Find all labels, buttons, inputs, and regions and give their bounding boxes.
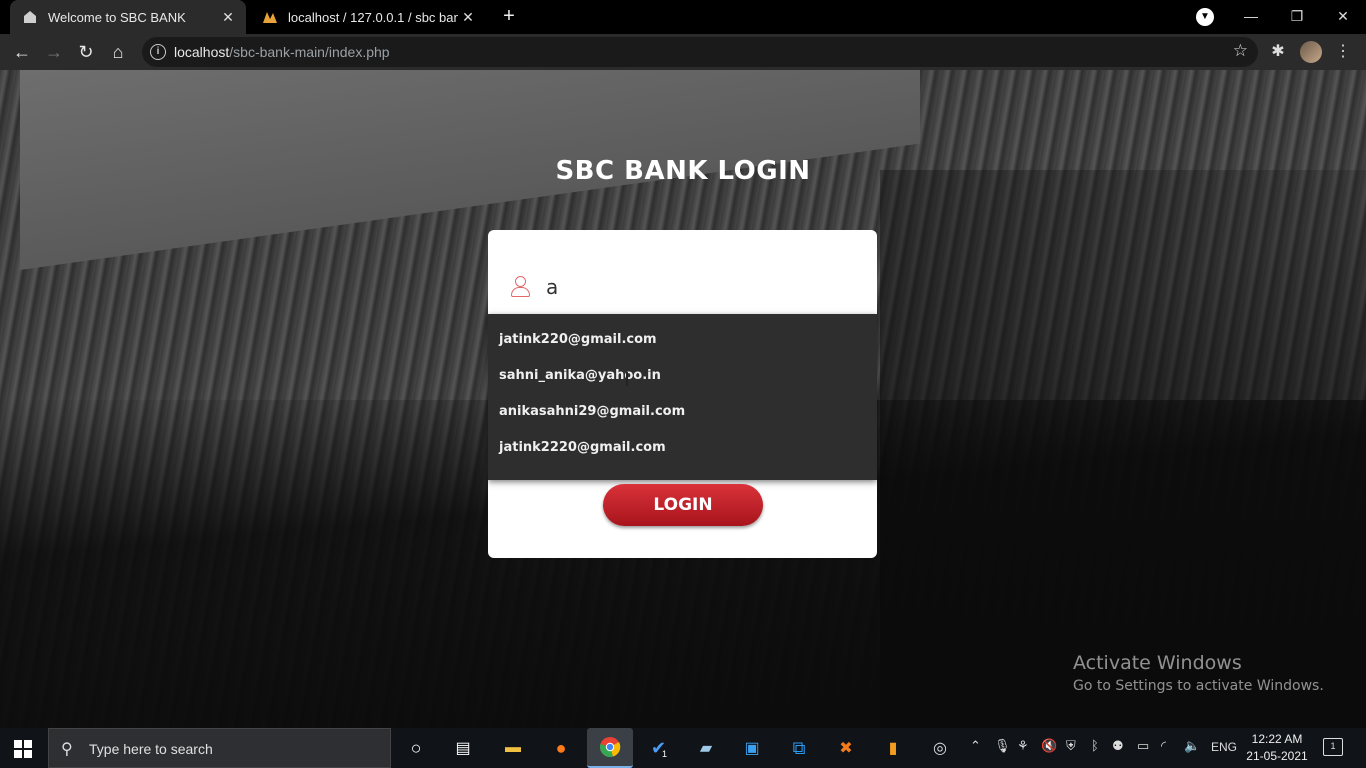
url-text: localhost/sbc-bank-main/index.php: [174, 44, 390, 60]
obs-icon[interactable]: ◎: [928, 736, 952, 760]
tab-welcome[interactable]: Welcome to SBC BANK ✕: [10, 0, 246, 34]
battery-icon[interactable]: ▭: [1137, 738, 1149, 754]
close-tab-icon[interactable]: ✕: [458, 9, 478, 26]
address-bar[interactable]: i localhost/sbc-bank-main/index.php ☆: [142, 37, 1258, 67]
menu-kebab-icon[interactable]: ⋮: [1333, 42, 1353, 62]
autocomplete-item[interactable]: anikasahni29@gmail.com: [488, 394, 877, 430]
page-title: SBC BANK LOGIN: [555, 156, 811, 186]
wifi-icon[interactable]: ◜: [1161, 738, 1166, 754]
page-background: SBC BANK LOGIN jatink220@gmail.com sahni…: [0, 70, 1366, 728]
activate-windows-watermark: Activate Windows Go to Settings to activ…: [1073, 652, 1324, 694]
speaker-muted-icon[interactable]: 🔇: [1041, 738, 1057, 754]
xampp-icon[interactable]: ✖: [834, 736, 858, 760]
username-input[interactable]: [546, 274, 846, 300]
watermark-title: Activate Windows: [1073, 652, 1242, 674]
tab-search-icon[interactable]: ▼: [1196, 8, 1214, 26]
autocomplete-dropdown: jatink220@gmail.com sahni_anika@yahoo.in…: [488, 314, 877, 480]
windows-start-icon[interactable]: [14, 740, 32, 758]
security-shield-icon[interactable]: ⛨: [1066, 738, 1076, 754]
tab-title: Welcome to SBC BANK: [48, 9, 186, 25]
search-icon: ⚲: [61, 741, 73, 758]
phpmyadmin-favicon-icon: [262, 9, 278, 25]
taskbar-search-box[interactable]: ⚲ Type here to search: [48, 728, 391, 768]
close-tab-icon[interactable]: ✕: [218, 9, 238, 26]
bluetooth-icon[interactable]: ᛒ: [1091, 738, 1099, 753]
microphone-icon[interactable]: 🎙: [994, 738, 1011, 754]
task-view-icon[interactable]: ▤: [451, 736, 475, 760]
vscode-icon[interactable]: ⧉: [787, 736, 811, 760]
login-button[interactable]: LOGIN: [603, 484, 763, 526]
text-cursor-icon: [626, 372, 628, 386]
forward-icon[interactable]: →: [42, 40, 66, 64]
watermark-subtitle: Go to Settings to activate Windows.: [1073, 678, 1324, 694]
people-icon[interactable]: ⚉: [1112, 738, 1124, 754]
taskbar-clock[interactable]: 12:22 AM 21-05-2021: [1244, 731, 1310, 765]
autocomplete-item[interactable]: sahni_anika@yahoo.in: [488, 358, 877, 394]
sketch-app-icon[interactable]: ▣: [740, 736, 764, 760]
clock-time: 12:22 AM: [1251, 732, 1303, 746]
chrome-icon[interactable]: [587, 728, 633, 768]
volume-muted-icon[interactable]: 🔈: [1184, 738, 1200, 754]
show-hidden-icons-chevron-icon[interactable]: ⌃: [970, 738, 981, 754]
tab-title: localhost / 127.0.0.1 / sbc bank |: [288, 9, 458, 25]
back-icon[interactable]: ←: [10, 40, 34, 64]
site-info-icon[interactable]: i: [150, 44, 166, 60]
autocomplete-item[interactable]: jatink220@gmail.com: [488, 322, 877, 358]
windows-taskbar: ⚲ Type here to search ○ ▤ ▬ ● ✔ 1 ▰ ▣ ⧉ ✖…: [0, 728, 1366, 768]
todo-icon[interactable]: ✔ 1: [647, 736, 671, 760]
notification-center-icon[interactable]: 1: [1323, 738, 1343, 756]
language-indicator[interactable]: ENG: [1211, 740, 1237, 754]
browser-toolbar: ← → ↻ ⌂ i localhost/sbc-bank-main/index.…: [0, 34, 1366, 70]
restore-icon[interactable]: ❐: [1274, 0, 1320, 32]
teams-icon[interactable]: ⚘: [1017, 738, 1029, 754]
new-tab-button[interactable]: +: [498, 5, 520, 27]
minimize-icon[interactable]: —: [1228, 0, 1274, 32]
page-favicon-icon: [22, 9, 38, 25]
autocomplete-item[interactable]: jatink2220@gmail.com: [488, 430, 877, 466]
cortana-icon[interactable]: ○: [404, 736, 428, 760]
user-icon: [510, 276, 530, 298]
profile-avatar[interactable]: [1300, 41, 1322, 63]
firefox-icon[interactable]: ●: [549, 736, 573, 760]
extensions-icon[interactable]: ✱: [1268, 42, 1288, 62]
tab-phpmyadmin[interactable]: localhost / 127.0.0.1 / sbc bank | ✕: [250, 0, 486, 34]
clock-date: 21-05-2021: [1246, 749, 1308, 763]
document-icon[interactable]: ▮: [881, 736, 905, 760]
bookmark-star-icon[interactable]: ☆: [1233, 41, 1248, 61]
reload-icon[interactable]: ↻: [74, 40, 98, 64]
search-placeholder: Type here to search: [89, 741, 213, 757]
home-icon[interactable]: ⌂: [106, 40, 130, 64]
browser-tab-strip: Welcome to SBC BANK ✕ localhost / 127.0.…: [0, 0, 1366, 34]
todo-badge: 1: [662, 749, 668, 759]
close-window-icon[interactable]: ✕: [1320, 0, 1366, 32]
file-explorer-icon[interactable]: ▬: [501, 736, 525, 760]
notepad-icon[interactable]: ▰: [694, 736, 718, 760]
